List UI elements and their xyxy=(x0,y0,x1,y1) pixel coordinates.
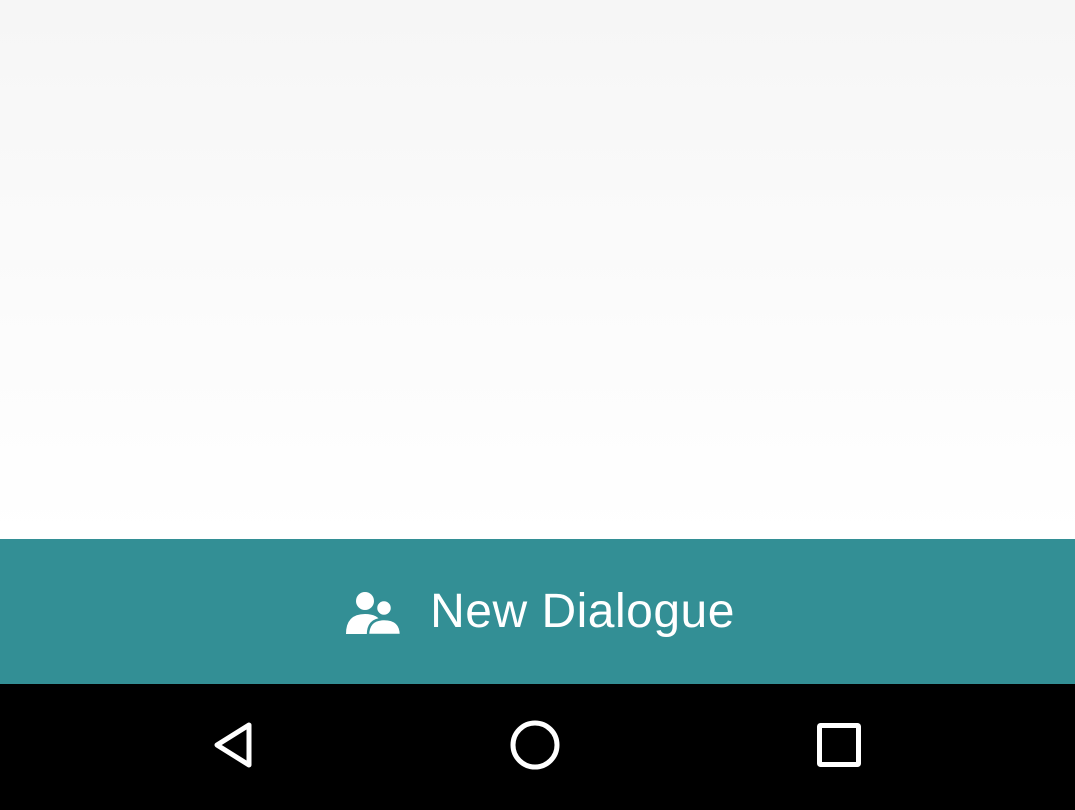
recents-button[interactable] xyxy=(806,714,872,780)
new-dialogue-label: New Dialogue xyxy=(430,584,735,638)
new-dialogue-button[interactable]: New Dialogue xyxy=(0,539,1075,684)
home-button[interactable] xyxy=(502,714,568,780)
home-circle-icon xyxy=(508,718,562,777)
back-triangle-icon xyxy=(207,719,257,776)
content-area xyxy=(0,0,1075,539)
screen: New Dialogue xyxy=(0,0,1075,810)
back-button[interactable] xyxy=(199,714,265,780)
recents-square-icon xyxy=(815,721,863,774)
group-icon xyxy=(340,588,404,636)
navigation-bar xyxy=(0,684,1075,810)
